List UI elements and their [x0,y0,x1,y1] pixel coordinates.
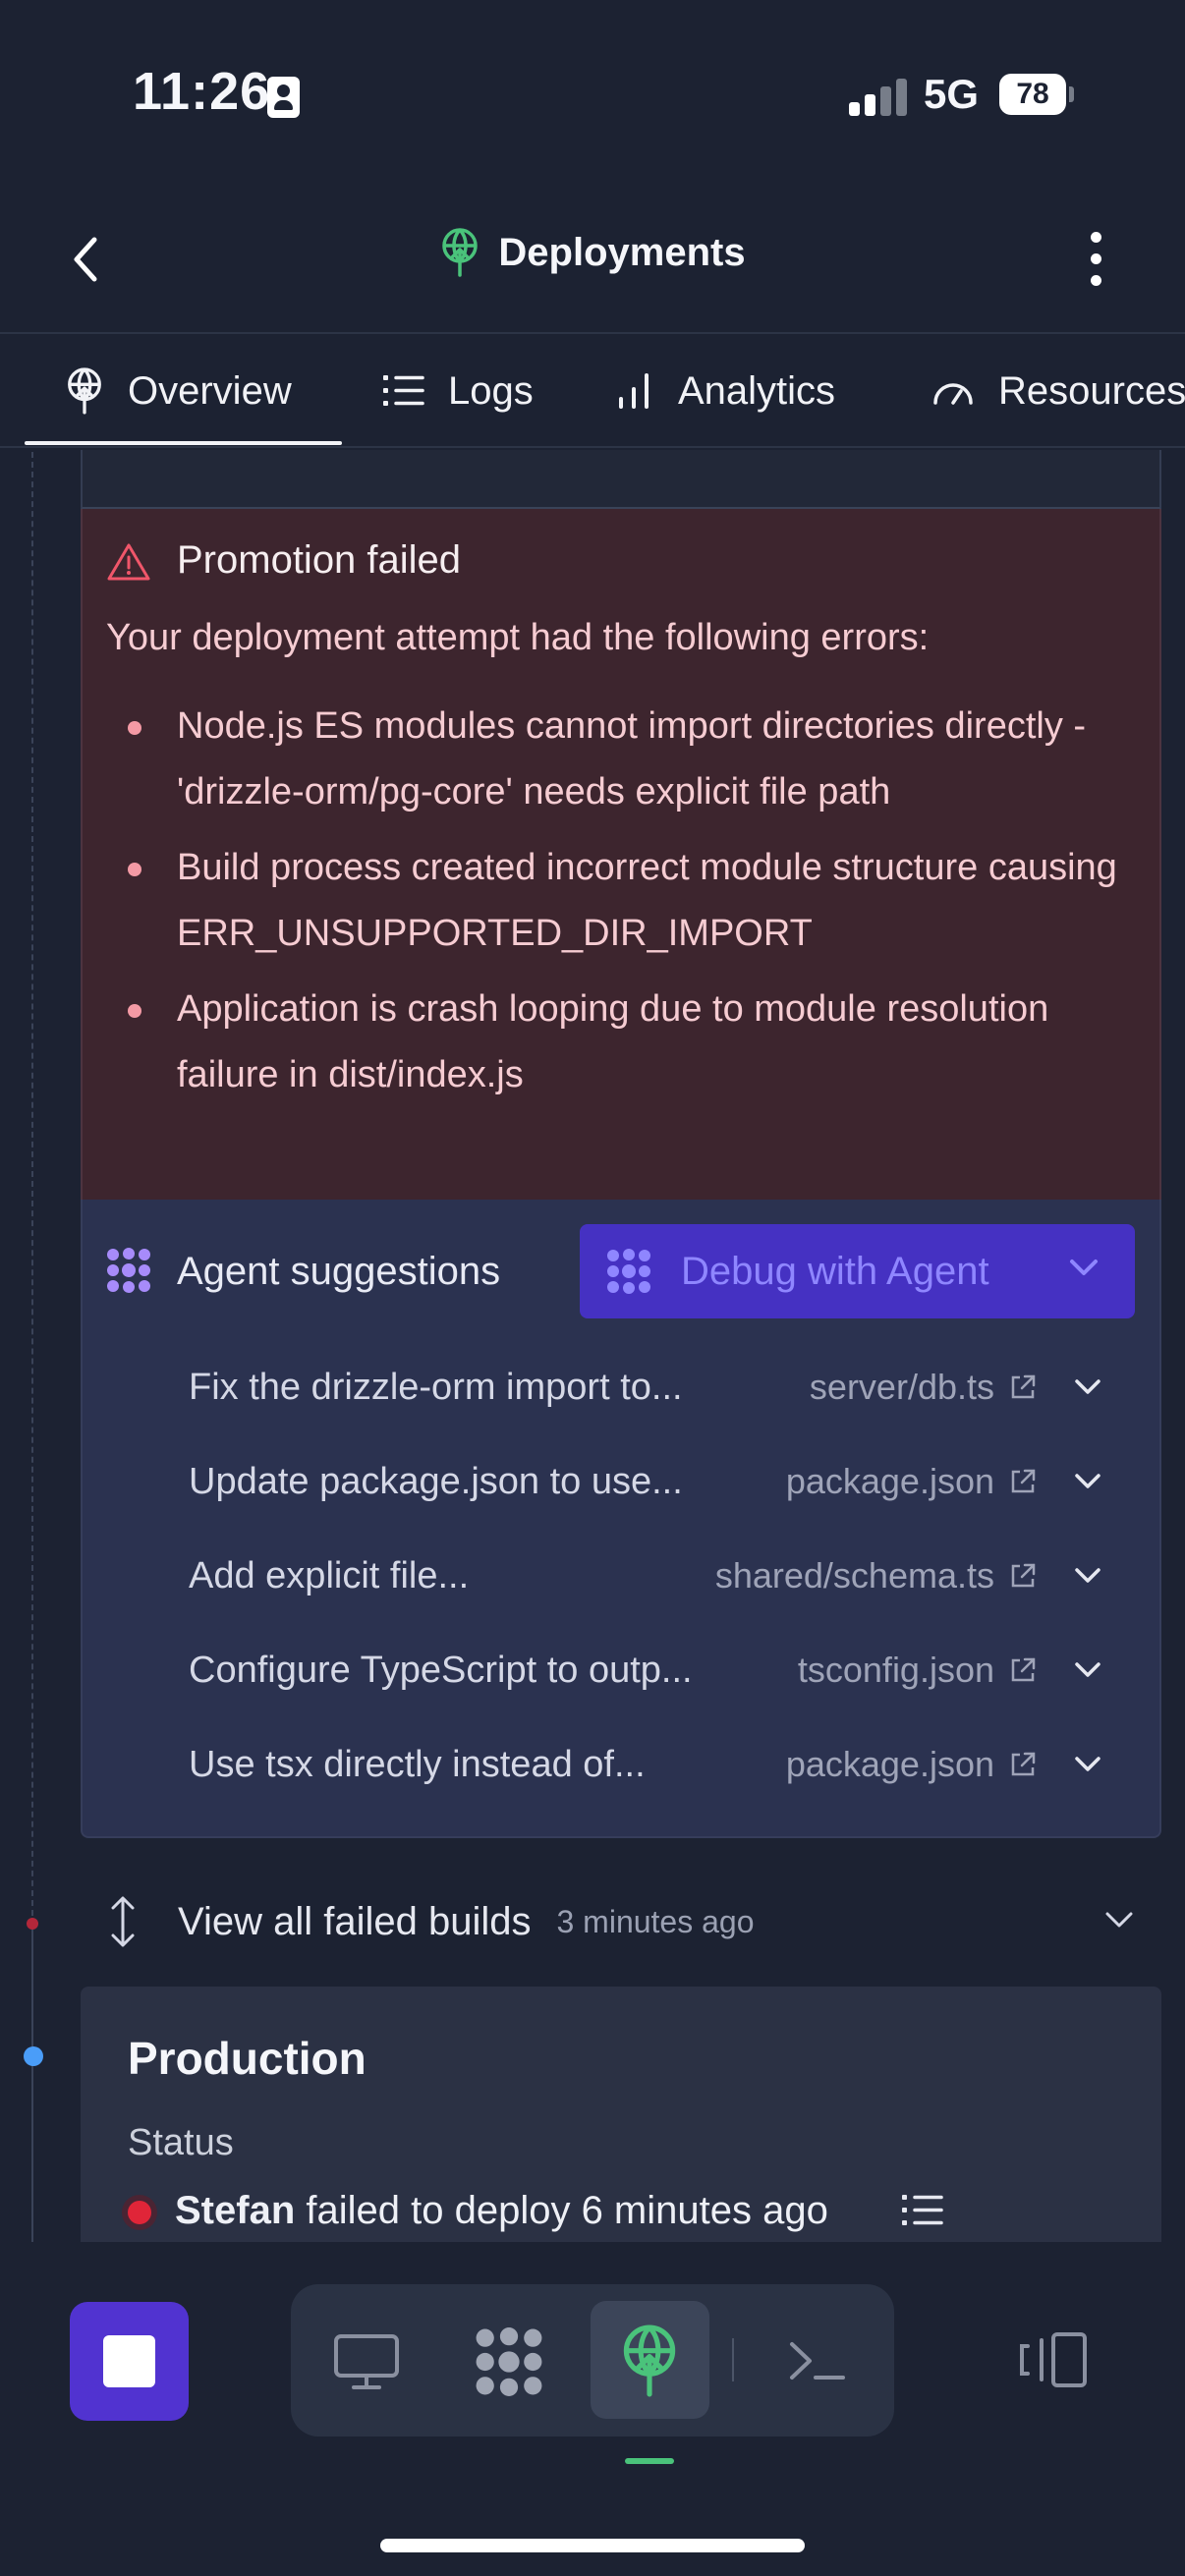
list-icon [902,2195,943,2225]
tab-resources[interactable]: Resources [931,334,1185,448]
tab-label: Analytics [678,368,836,413]
suggestion-row[interactable]: Configure TypeScript to outp... tsconfig… [189,1641,1102,1700]
error-item: Build process created incorrect module s… [106,835,1128,967]
tab-label: Logs [448,368,534,413]
error-title: Promotion failed [177,538,462,582]
agent-icon [104,1246,153,1300]
error-item: Application is crash looping due to modu… [106,977,1128,1108]
page-title: Deployments [498,230,746,274]
suggestion-row[interactable]: Fix the drizzle-orm import to... server/… [189,1358,1102,1417]
timeline-dot-production [24,2046,43,2066]
chevron-down-icon[interactable] [1073,1472,1102,1491]
list-icon [383,375,424,406]
suggestion-file-link[interactable]: shared/schema.ts [715,1555,994,1596]
deploy-user: Stefan [175,2189,296,2232]
status-dot-failed [128,2201,151,2224]
agent-icon [476,2327,542,2396]
chevron-down-icon[interactable] [1073,1566,1102,1586]
bar-chart-icon [619,373,649,409]
chevron-down-icon[interactable] [1073,1755,1102,1774]
suggestion-text: Add explicit file... [189,1554,470,1596]
debug-with-agent-button[interactable]: Debug with Agent [580,1224,1135,1318]
tab-logs[interactable]: Logs [383,334,534,448]
more-options-button[interactable] [1073,228,1120,289]
header-title-group: Deployments [0,228,1185,277]
tab-overview[interactable]: Overview [65,334,292,448]
suggestion-row[interactable]: Add explicit file... shared/schema.ts [189,1546,1102,1605]
timeline-line [31,1924,33,2243]
dock-separator [732,2338,734,2381]
expand-vertical-icon [111,1896,135,1947]
suggestion-file-link[interactable]: package.json [786,1461,994,1502]
timeline-line [31,452,33,1916]
active-tab-indicator [25,441,342,445]
tab-bar: Overview Logs Analytics Resources [0,334,1185,448]
external-link-icon[interactable] [1008,1750,1038,1779]
home-indicator[interactable] [380,2539,805,2552]
network-label: 5G [924,71,980,117]
tab-label: Resources [998,368,1185,413]
desktop-preview-button[interactable] [332,2332,401,2396]
gauge-icon [933,383,973,405]
production-title: Production [128,2033,367,2084]
agent-suggestions-label: Agent suggestions [177,1250,501,1293]
external-link-icon[interactable] [1008,1372,1038,1402]
deployments-button[interactable] [619,2324,680,2402]
chevron-down-icon[interactable] [1073,1660,1102,1680]
terminal-icon [790,2342,845,2380]
deploy-icon [442,228,479,277]
status-label: Status [128,2122,234,2163]
stop-button[interactable] [70,2302,189,2421]
error-item: Node.js ES modules cannot import directo… [106,694,1128,825]
signal-icon [849,79,908,116]
debug-button-label: Debug with Agent [681,1249,989,1293]
external-link-icon[interactable] [1008,1467,1038,1496]
suggestion-text: Update package.json to use... [189,1460,683,1502]
error-list: Node.js ES modules cannot import directo… [106,694,1128,1118]
status-time: 11:26 [133,62,271,121]
tab-analytics[interactable]: Analytics [617,334,835,448]
view-failed-builds-row[interactable]: View all failed builds 3 minutes ago [103,1892,1135,1951]
suggestion-row[interactable]: Update package.json to use... package.js… [189,1452,1102,1511]
suggestion-file-link[interactable]: tsconfig.json [798,1650,994,1691]
suggestion-text: Fix the drizzle-orm import to... [189,1366,683,1408]
split-panel-icon [1020,2332,1087,2387]
timeline-dot-failed [27,1918,38,1930]
monitor-icon [334,2334,399,2389]
suggestion-file-link[interactable]: package.json [786,1744,994,1785]
suggestion-file-link[interactable]: server/db.ts [810,1367,994,1408]
deploy-status-text: Stefan failed to deploy 6 minutes ago [175,2189,828,2233]
chevron-down-icon[interactable] [1103,1910,1135,1930]
chevron-down-icon[interactable] [1073,1377,1102,1397]
contact-card-icon [267,77,300,118]
failed-builds-time: 3 minutes ago [556,1903,755,1939]
suggestion-text: Use tsx directly instead of... [189,1743,646,1785]
deploy-status: failed to deploy 6 minutes ago [306,2189,828,2232]
panels-button[interactable] [1018,2330,1089,2394]
shell-button[interactable] [786,2336,849,2390]
deploy-icon [68,367,101,415]
card-top-strip [81,450,1161,509]
battery-level: 78 [999,74,1066,115]
chevron-down-icon[interactable] [1068,1258,1100,1277]
battery-tip [1069,86,1074,102]
error-intro: Your deployment attempt had the followin… [106,617,930,658]
active-dock-indicator [625,2458,674,2464]
deploy-icon [623,2324,676,2397]
logs-link-button[interactable] [902,2193,943,2233]
tab-label: Overview [128,368,292,413]
suggestion-text: Configure TypeScript to outp... [189,1649,693,1691]
failed-builds-label: View all failed builds [178,1899,532,1943]
warning-icon [106,542,151,587]
agent-button[interactable] [472,2324,546,2404]
external-link-icon[interactable] [1008,1561,1038,1591]
suggestion-row[interactable]: Use tsx directly instead of... package.j… [189,1735,1102,1794]
agent-icon [607,1249,650,1294]
external-link-icon[interactable] [1008,1655,1038,1685]
